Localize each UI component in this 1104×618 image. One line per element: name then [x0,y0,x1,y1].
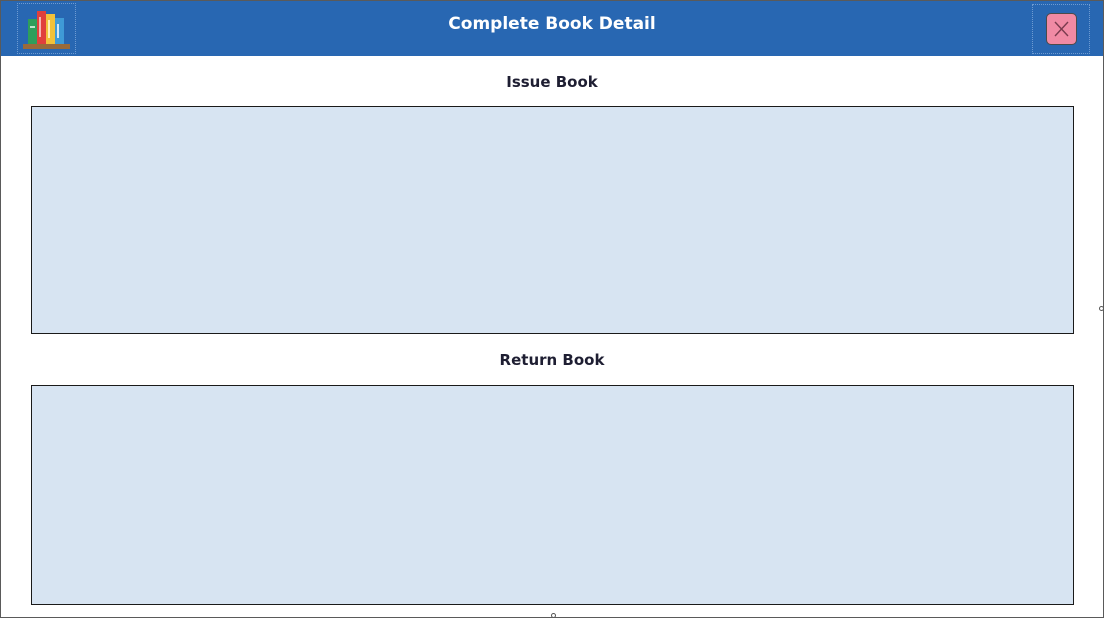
issue-book-heading: Issue Book [506,73,598,91]
bookshelf-icon [17,3,76,54]
close-button[interactable] [1046,13,1077,45]
resize-handle-right[interactable] [1099,306,1103,311]
resize-handle-bottom[interactable] [551,613,556,617]
close-button-holder [1032,4,1090,54]
window-title: Complete Book Detail [448,14,656,34]
return-book-grid[interactable] [31,385,1074,605]
book-detail-window: Complete Book Detail Issue Book Return B… [0,0,1104,618]
issue-book-grid[interactable] [31,106,1074,334]
title-bar: Complete Book Detail [1,1,1103,56]
close-icon [1054,21,1069,37]
return-book-heading: Return Book [499,351,605,369]
